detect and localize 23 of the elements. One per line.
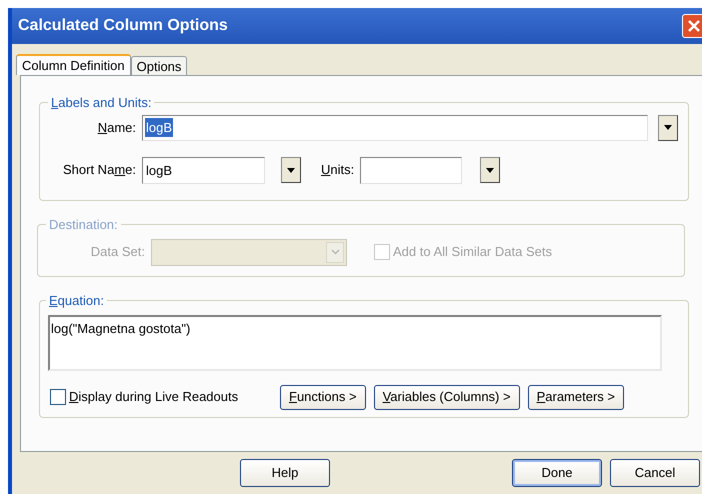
field-label: Data Set: — [90, 243, 146, 262]
checkbox-label: Display during Live Readouts — [69, 388, 240, 406]
equation-button[interactable]: Parameters > — [528, 384, 624, 410]
group-title: Labels and Units: — [50, 94, 152, 112]
dialog-button[interactable]: Done — [512, 459, 602, 487]
window-title: Calculated Column Options — [18, 16, 228, 36]
field-value: logB — [145, 118, 174, 138]
equation-button[interactable]: Variables (Columns) > — [374, 384, 520, 410]
equation-field[interactable]: log("Magnetna gostota") — [48, 314, 662, 370]
equation-text: log("Magnetna gostota") — [51, 320, 190, 336]
field-label: Name: — [96, 118, 137, 137]
name-field[interactable]: logB — [142, 114, 648, 140]
dialog-button[interactable]: Cancel — [610, 459, 700, 487]
short-name-field[interactable]: logB — [142, 156, 265, 184]
tab[interactable]: Column Definition — [16, 54, 131, 75]
checkbox-label: Add to All Similar Data Sets — [393, 243, 552, 262]
dialog-button[interactable]: Help — [240, 459, 330, 487]
equation-button[interactable]: Functions > — [280, 384, 366, 410]
field-label: Units: — [321, 161, 356, 180]
group-title: Equation: — [48, 292, 105, 310]
group-title: Destination: — [48, 216, 119, 234]
field-label: Short Name: — [62, 161, 137, 180]
tab[interactable]: Options — [130, 56, 188, 75]
